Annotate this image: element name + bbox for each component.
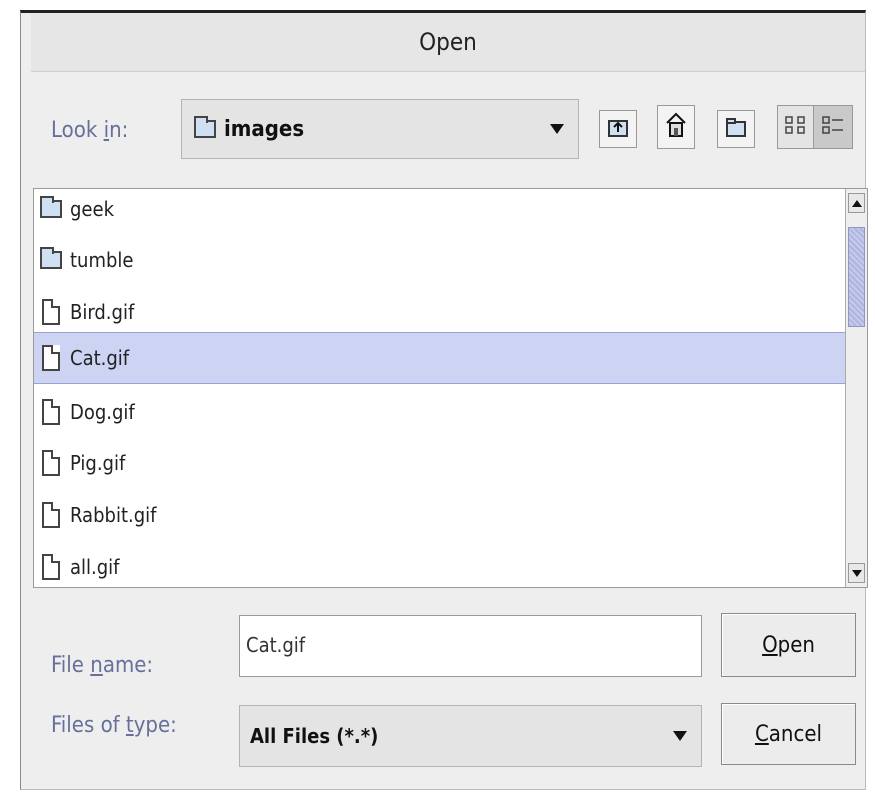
look-in-combo[interactable]: images: [181, 99, 579, 159]
new-folder-button[interactable]: [717, 110, 755, 148]
file-icon: [36, 299, 66, 325]
file-name-label-part: File: [51, 653, 91, 678]
home-button[interactable]: [657, 105, 695, 149]
list-item-selected[interactable]: Cat.gif: [34, 332, 846, 384]
cancel-button[interactable]: Cancel: [721, 703, 856, 765]
files-of-type-label-mnemonic: t: [125, 713, 134, 738]
list-item[interactable]: Rabbit.gif: [34, 489, 846, 541]
file-name-value: Cat.gif: [246, 633, 306, 657]
scroll-down-button[interactable]: [848, 563, 865, 583]
look-in-label: Look in:: [51, 118, 128, 143]
files-of-type-label-part: Files of: [51, 713, 126, 738]
file-name: Pig.gif: [70, 451, 126, 475]
chevron-down-icon: [673, 731, 687, 741]
file-list[interactable]: geek tumble Bird.gif Cat.gif Dog.gif Pig…: [33, 188, 868, 588]
files-of-type-label-part: ype:: [133, 713, 177, 738]
file-icon: [36, 450, 66, 476]
open-button-label: pen: [777, 632, 815, 658]
file-name: tumble: [70, 248, 134, 272]
scroll-up-button[interactable]: [848, 193, 865, 213]
list-item[interactable]: Bird.gif: [34, 286, 846, 338]
list-item[interactable]: geek: [34, 189, 846, 235]
scroll-thumb[interactable]: [848, 227, 865, 327]
list-view-icon: [784, 113, 808, 141]
files-of-type-value: All Files (*.*): [250, 724, 379, 748]
open-dialog: Open Look in: images geek tumble Bird.gi…: [20, 10, 868, 790]
arrow-down-icon: [851, 569, 862, 577]
list-item[interactable]: all.gif: [34, 541, 846, 587]
files-of-type-label: Files of type:: [51, 713, 177, 738]
folder-icon: [36, 247, 66, 269]
new-folder-icon: [724, 115, 748, 143]
list-view-button[interactable]: [777, 105, 813, 149]
file-name: Rabbit.gif: [70, 503, 157, 527]
details-view-button[interactable]: [813, 105, 853, 149]
home-icon: [664, 111, 688, 143]
up-folder-icon: [606, 115, 630, 143]
arrow-up-icon: [851, 199, 862, 207]
file-name-input[interactable]: Cat.gif: [239, 615, 702, 677]
up-folder-button[interactable]: [599, 110, 637, 148]
details-view-icon: [821, 113, 845, 141]
look-in-label-part: n:: [109, 118, 129, 143]
file-icon: [36, 399, 66, 425]
open-button[interactable]: Open: [721, 613, 856, 677]
look-in-label-part: Look: [51, 118, 104, 143]
file-icon: [36, 554, 66, 580]
dialog-title: Open: [31, 13, 865, 72]
list-item[interactable]: Dog.gif: [34, 386, 846, 438]
file-name-label: File name:: [51, 653, 153, 678]
vertical-scrollbar[interactable]: [845, 189, 867, 587]
cancel-button-mnemonic: C: [754, 721, 769, 747]
file-name: Bird.gif: [70, 300, 135, 324]
file-icon: [36, 345, 66, 371]
look-in-value: images: [224, 116, 305, 142]
dialog-title-text: Open: [419, 28, 477, 56]
files-of-type-combo[interactable]: All Files (*.*): [239, 705, 702, 767]
file-name-label-mnemonic: n: [90, 653, 103, 678]
folder-icon: [36, 196, 66, 218]
folder-icon: [194, 116, 216, 138]
file-icon: [36, 502, 66, 528]
cancel-button-label: ancel: [768, 721, 823, 747]
file-name: geek: [70, 197, 114, 221]
file-name: all.gif: [70, 555, 120, 579]
file-name: Cat.gif: [70, 346, 130, 370]
file-name-label-part: ame:: [102, 653, 154, 678]
open-button-mnemonic: O: [762, 632, 778, 658]
file-name: Dog.gif: [70, 400, 135, 424]
list-item[interactable]: Pig.gif: [34, 437, 846, 489]
list-item[interactable]: tumble: [34, 234, 846, 286]
chevron-down-icon: [550, 124, 564, 134]
